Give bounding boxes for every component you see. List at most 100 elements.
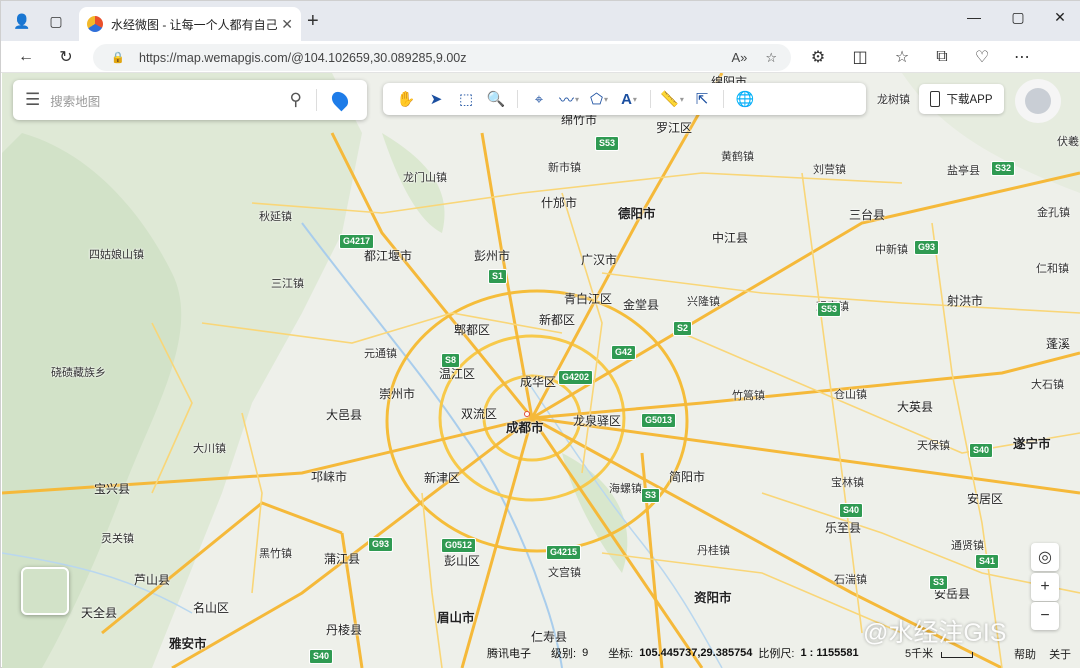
more-menu-icon[interactable]: ⋯ — [1011, 46, 1033, 68]
back-icon[interactable]: ← — [15, 46, 37, 68]
close-window-icon[interactable]: ✕ — [1045, 9, 1075, 26]
location-pin-icon[interactable] — [328, 88, 352, 112]
town-label: 大川镇 — [193, 443, 226, 455]
search-icon[interactable]: ⚲ — [290, 90, 302, 110]
split-screen-icon[interactable]: ◫ — [849, 46, 871, 68]
about-link[interactable]: 关于 — [1049, 649, 1071, 661]
favorite-star-icon[interactable]: ☆ — [765, 50, 777, 66]
close-tab-icon[interactable]: ✕ — [281, 16, 293, 33]
city-label: 遂宁市 — [1013, 437, 1051, 451]
district-label: 中江县 — [712, 231, 749, 245]
divider — [650, 90, 651, 108]
collections-icon[interactable]: ⧉ — [931, 46, 953, 68]
watermark: @水经注GIS — [863, 619, 1007, 647]
town-label: 刘营镇 — [813, 164, 846, 176]
read-aloud-icon[interactable]: A» — [731, 50, 747, 65]
road-shield: S2 — [673, 321, 693, 336]
scale-label: 比例尺: — [758, 648, 795, 660]
user-avatar[interactable] — [1015, 79, 1061, 123]
user-icon — [1025, 88, 1051, 114]
town-label: 金孔镇 — [1037, 207, 1070, 219]
town-label: 四姑娘山镇 — [89, 249, 144, 261]
search-input[interactable]: 搜索地图 — [50, 91, 289, 110]
profile-icon[interactable]: 👤 — [11, 10, 33, 32]
road-shield: G42 — [611, 345, 637, 360]
district-label: 蓬溪 — [1046, 337, 1071, 351]
town-label: 黄鹤镇 — [721, 151, 754, 163]
city-label: 雅安市 — [169, 637, 207, 651]
marker-tool-icon[interactable]: ⌖ — [524, 87, 554, 111]
active-tab[interactable]: 水经微图 - 让每一个人都有自己的 ✕ — [79, 7, 301, 41]
town-label: 宝林镇 — [831, 477, 864, 489]
divider — [517, 90, 518, 108]
tab-strip: 👤 ▢ 水经微图 - 让每一个人都有自己的 ✕ + — ▢ ✕ — [1, 1, 1080, 41]
district-label: 大英县 — [897, 400, 934, 414]
district-label: 都江堰市 — [364, 249, 413, 263]
road-shield: G4217 — [339, 234, 375, 249]
road-shield: G4215 — [546, 545, 582, 560]
measure-ruler-icon[interactable]: 📏 ▾ — [657, 87, 687, 111]
identify-pointer-icon[interactable]: ⇱ — [687, 87, 717, 111]
city-label: 资阳市 — [694, 591, 732, 605]
city-label: 德阳市 — [618, 207, 656, 221]
phone-icon — [930, 91, 941, 107]
scale-bar — [941, 652, 973, 658]
divider — [316, 89, 317, 111]
town-label: 大石镇 — [1031, 379, 1064, 391]
globe-icon[interactable]: 🌐 — [730, 87, 760, 111]
map-toolbar: ✋ ➤ ⬚ 🔍 ⌖ 〰 ▾ ⬠ ▾ A ▾ 📏 ▾ ⇱ 🌐 — [383, 83, 866, 115]
pan-hand-icon[interactable]: ✋ — [391, 87, 421, 111]
box-select-icon[interactable]: ⬚ — [451, 87, 481, 111]
district-label: 乐至县 — [825, 521, 862, 535]
road-shield: G0512 — [441, 538, 477, 553]
new-tab-icon[interactable]: + — [307, 10, 319, 33]
town-label: 仁和镇 — [1036, 263, 1069, 275]
town-label: 丹桂镇 — [697, 545, 730, 557]
tab-actions-icon[interactable]: ▢ — [45, 10, 67, 32]
help-link[interactable]: 帮助 — [1014, 649, 1036, 661]
basemap-switcher-button[interactable] — [21, 567, 69, 615]
district-label: 双流区 — [461, 407, 498, 421]
city-label: 眉山市 — [437, 611, 475, 625]
minimize-icon[interactable]: — — [959, 9, 989, 25]
maximize-icon[interactable]: ▢ — [1003, 9, 1033, 26]
tab-title: 水经微图 - 让每一个人都有自己的 — [111, 17, 278, 32]
text-tool-icon[interactable]: A ▾ — [614, 87, 644, 111]
select-pointer-icon[interactable]: ➤ — [421, 87, 451, 111]
district-label: 郫都区 — [454, 323, 491, 337]
town-label: 海螺镇 — [609, 483, 642, 495]
district-label: 简阳市 — [669, 470, 706, 484]
browser-essentials-icon[interactable]: ♡ — [971, 46, 993, 68]
zoom-in-button[interactable]: + — [1031, 573, 1059, 601]
favorites-icon[interactable]: ☆ — [891, 46, 913, 68]
road-shield: S3 — [929, 575, 949, 590]
map-provider: 腾讯电子 — [487, 648, 531, 660]
scale-bar-label: 5千米 — [905, 648, 934, 660]
district-label: 崇州市 — [379, 387, 416, 401]
coord-label: 坐标: — [608, 648, 634, 660]
road-shield: S3 — [641, 488, 661, 503]
refresh-icon[interactable]: ↻ — [55, 46, 77, 68]
city-marker-icon — [524, 411, 530, 417]
zoom-box-icon[interactable]: 🔍 — [481, 87, 511, 111]
download-app-button[interactable]: 下载APP — [919, 84, 1004, 114]
level-value: 9 — [582, 647, 589, 659]
road-shield: G5013 — [641, 413, 677, 428]
polygon-tool-icon[interactable]: ⬠ ▾ — [584, 87, 614, 111]
town-label: 石湍镇 — [834, 574, 867, 586]
town-label: 中新镇 — [875, 244, 908, 256]
address-bar[interactable]: 🔒 https://map.wemapgis.com/@104.102659,3… — [93, 44, 791, 71]
zoom-out-button[interactable]: − — [1031, 602, 1059, 630]
extensions-icon[interactable]: ⚙ — [807, 46, 829, 68]
district-label: 邛崃市 — [311, 470, 348, 484]
polyline-tool-icon[interactable]: 〰 ▾ — [554, 87, 584, 111]
locate-me-button[interactable]: ◎ — [1031, 543, 1059, 571]
lock-icon: 🔒 — [111, 52, 125, 64]
download-app-label: 下载APP — [946, 94, 993, 106]
town-label: 硗碛藏族乡 — [51, 367, 106, 379]
menu-icon[interactable]: ☰ — [25, 90, 40, 110]
road-shield: G93 — [914, 240, 940, 255]
divider — [723, 90, 724, 108]
town-label: 龙树镇 — [877, 94, 910, 106]
district-label: 新都区 — [539, 313, 576, 327]
